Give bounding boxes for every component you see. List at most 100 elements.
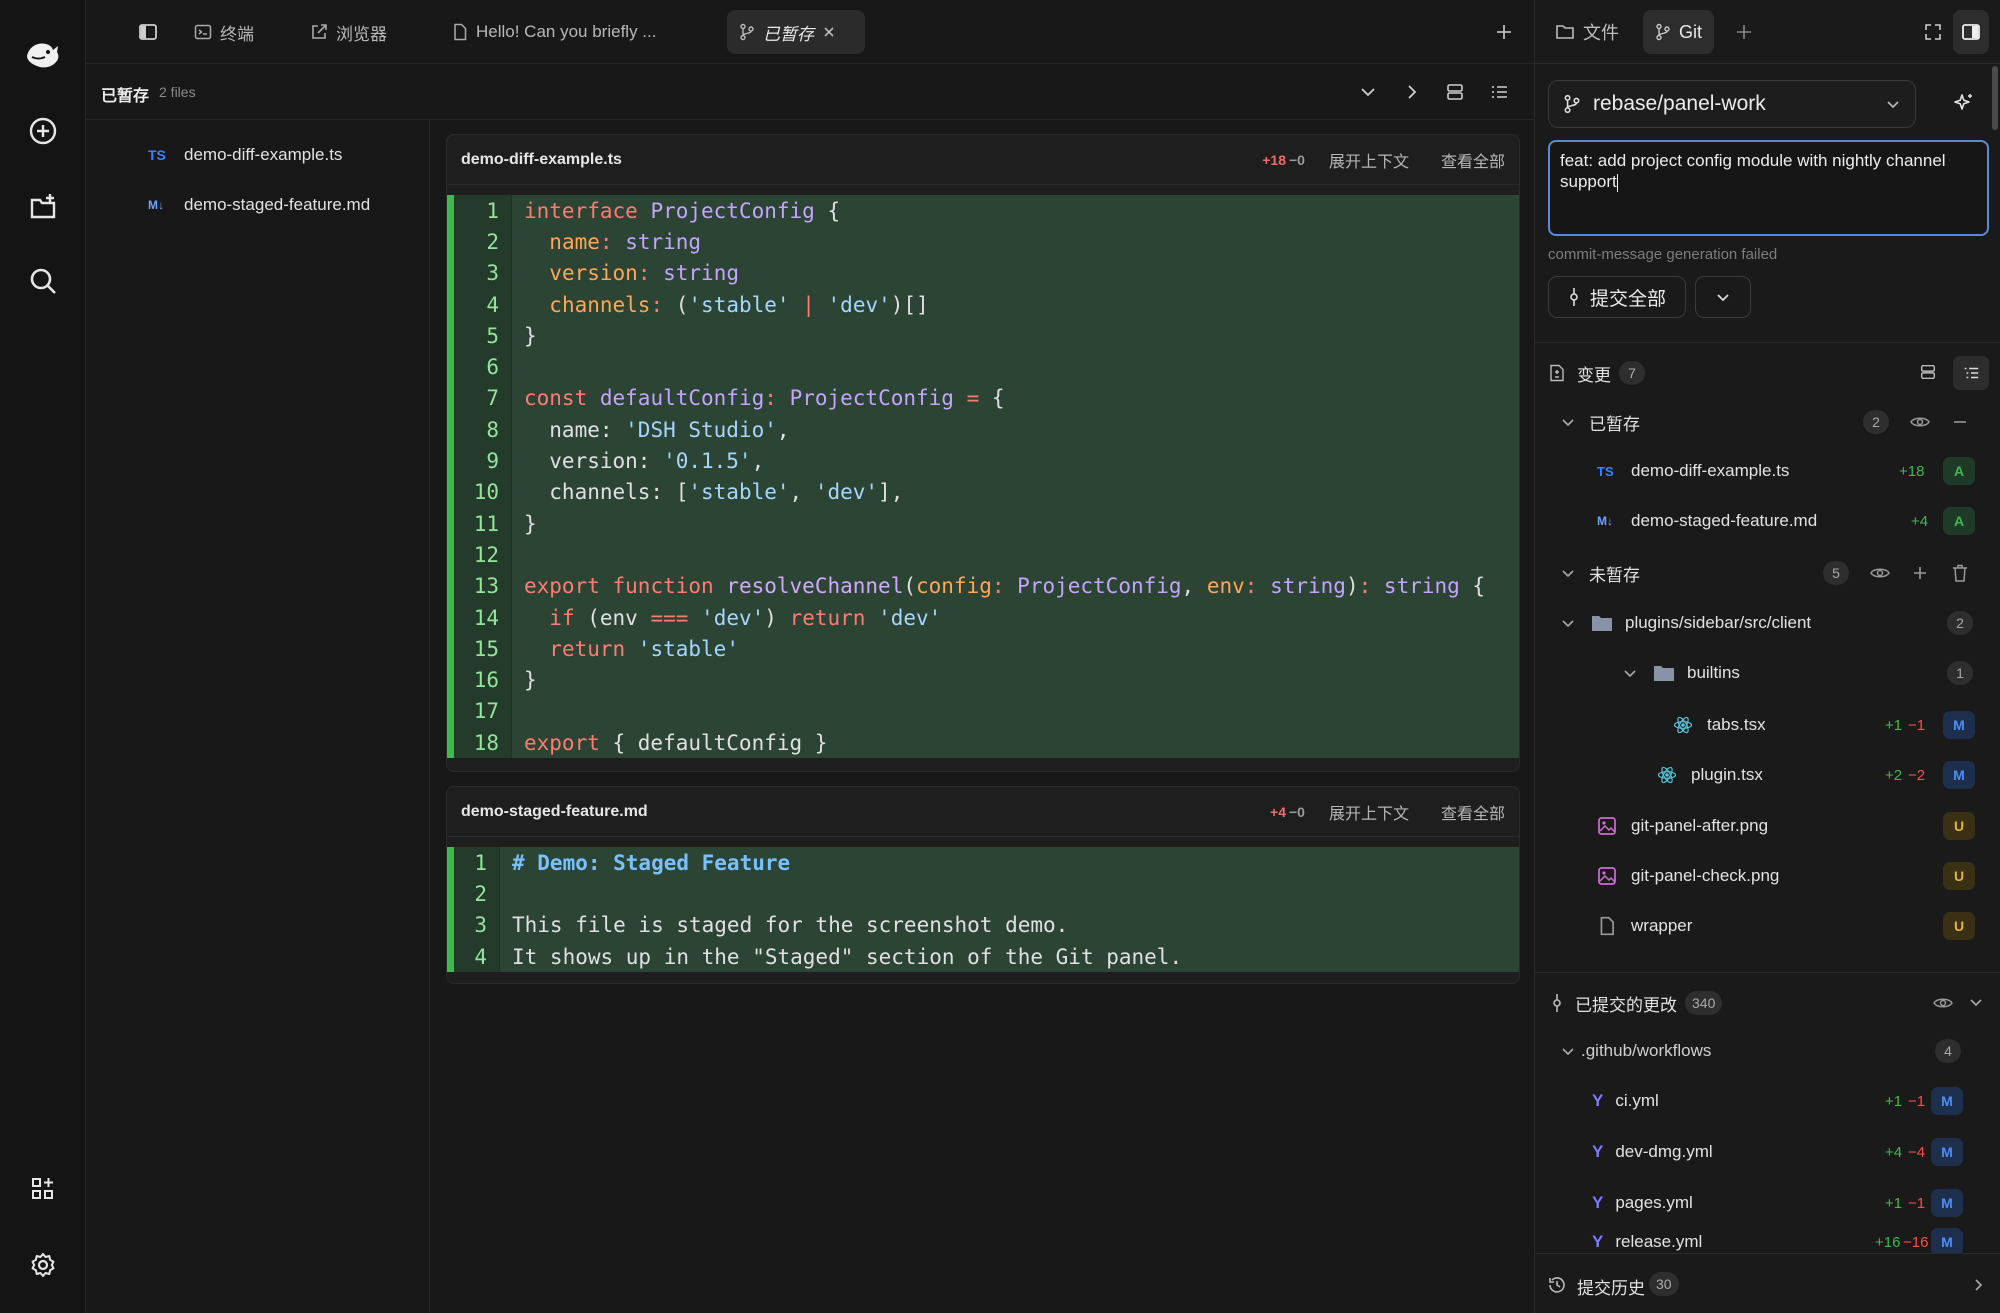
file-diff-icon xyxy=(1550,364,1564,382)
changes-header: 变更 7 xyxy=(1535,348,2000,398)
committed-file-row[interactable]: Y release.yml +16 −16 M xyxy=(1535,1228,2000,1253)
code-line: 11} xyxy=(454,507,1519,540)
staged-file-row[interactable]: TS demo-diff-example.ts +18 A xyxy=(1535,446,2000,496)
staged-file-list: TS demo-diff-example.ts M↓ demo-staged-f… xyxy=(86,120,430,1313)
chevron-down-icon xyxy=(1562,1048,1574,1056)
stage-all-icon[interactable] xyxy=(1911,564,1929,582)
tab-chat[interactable]: Hello! Can you briefly ... xyxy=(440,10,668,54)
unstage-all-icon[interactable] xyxy=(1951,413,1969,431)
code-line: 1 # Demo: Staged Feature xyxy=(454,847,1519,879)
typescript-icon: TS xyxy=(1597,463,1614,479)
toggle-sidebar-button[interactable] xyxy=(126,10,170,54)
folder-row[interactable]: plugins/sidebar/src/client 2 xyxy=(1535,598,2000,648)
fullscreen-button[interactable] xyxy=(1911,10,1955,54)
split-view-icon[interactable] xyxy=(1445,82,1465,102)
expand-context-button[interactable]: 展开上下文 xyxy=(1329,148,1409,172)
file-name: git-panel-after.png xyxy=(1631,816,1769,835)
image-icon xyxy=(1598,867,1616,885)
committed-file-row[interactable]: Y pages.yml +1 −1 M xyxy=(1535,1178,2000,1228)
toggle-right-panel-button[interactable] xyxy=(1953,10,1989,54)
committed-file-row[interactable]: Y dev-dmg.yml +4 −4 M xyxy=(1535,1127,2000,1177)
file-list-item[interactable]: M↓ demo-staged-feature.md xyxy=(148,188,370,222)
added-lines: +1 xyxy=(1885,1092,1903,1110)
diff-code-block: 1 interface ProjectConfig { 2 name: strin… xyxy=(447,195,1519,759)
extensions-icon[interactable] xyxy=(24,1170,62,1208)
list-view-icon[interactable] xyxy=(1489,82,1509,102)
commit-all-button[interactable]: 提交全部 xyxy=(1548,276,1686,318)
tab-terminal[interactable]: 终端 xyxy=(182,10,266,54)
history-label: 提交历史 xyxy=(1577,1279,1645,1298)
deleted-lines: −4 xyxy=(1908,1143,1926,1161)
staged-section-header[interactable]: 已暂存 2 xyxy=(1535,397,2000,447)
expand-context-button[interactable]: 展开上下文 xyxy=(1329,800,1409,824)
unstaged-file-row[interactable]: git-panel-check.png U xyxy=(1535,851,2000,901)
new-chat-icon[interactable] xyxy=(24,112,62,150)
diff-card: demo-staged-feature.md +4 −0 展开上下文 查看全部 … xyxy=(446,786,1520,984)
chevron-right-icon xyxy=(1975,1279,1983,1291)
status-badge: M xyxy=(1931,1189,1963,1217)
commit-history-footer[interactable]: 提交历史 30 xyxy=(1535,1253,2000,1313)
scrollbar-thumb[interactable] xyxy=(1992,66,1998,130)
settings-gear-icon[interactable] xyxy=(24,1246,62,1284)
folder-row[interactable]: builtins 1 xyxy=(1535,648,2000,698)
divider xyxy=(1535,972,2000,973)
unstaged-section-header[interactable]: 未暂存 5 xyxy=(1535,548,2000,598)
add-panel-button[interactable] xyxy=(1723,10,1765,54)
group-view-icon[interactable] xyxy=(1919,363,1937,381)
ai-sparkle-icon[interactable] xyxy=(1953,92,1975,114)
image-icon xyxy=(1598,817,1616,835)
collapse-all-icon[interactable] xyxy=(1358,82,1378,102)
search-icon[interactable] xyxy=(24,262,62,300)
eye-icon[interactable] xyxy=(1870,564,1890,582)
file-list-item[interactable]: TS demo-diff-example.ts xyxy=(148,138,342,172)
trash-icon[interactable] xyxy=(1951,563,1969,583)
folder-row[interactable]: .github/workflows 4 xyxy=(1535,1026,2000,1076)
staged-file-count: 2 files xyxy=(159,84,196,100)
diff-card-header: demo-staged-feature.md +4 −0 展开上下文 查看全部 xyxy=(447,787,1519,837)
unstaged-count: 5 xyxy=(1823,561,1849,585)
markdown-icon: M↓ xyxy=(1597,514,1613,528)
status-badge: A xyxy=(1943,457,1975,485)
next-file-icon[interactable] xyxy=(1402,82,1422,102)
unstaged-file-row[interactable]: git-panel-after.png U xyxy=(1535,801,2000,851)
eye-icon[interactable] xyxy=(1933,994,1953,1012)
code-line: 4 channels: ('stable' | 'dev')[] xyxy=(454,288,1519,321)
chevron-down-icon[interactable] xyxy=(1969,995,1983,1009)
code-line: 16} xyxy=(454,664,1519,696)
staged-title: 已暂存 xyxy=(101,88,150,105)
new-project-icon[interactable] xyxy=(24,188,62,226)
code-line: 9 version: '0.1.5', xyxy=(454,445,1519,477)
tab-browser[interactable]: 浏览器 xyxy=(298,10,399,54)
app-logo-icon[interactable] xyxy=(24,36,62,74)
unstaged-file-row[interactable]: wrapper U xyxy=(1535,901,2000,951)
tree-view-icon[interactable] xyxy=(1953,356,1989,390)
chevron-down-icon xyxy=(1887,101,1899,109)
added-lines: +4 xyxy=(1885,1143,1903,1161)
tab-files[interactable]: 文件 xyxy=(1543,10,1631,54)
branch-selector[interactable]: rebase/panel-work xyxy=(1548,80,1916,128)
committed-section-header[interactable]: 已提交的更改 340 xyxy=(1535,978,2000,1028)
status-badge: U xyxy=(1943,862,1975,890)
unstaged-file-row[interactable]: tabs.tsx +1 −1 M xyxy=(1535,700,2000,750)
view-all-button[interactable]: 查看全部 xyxy=(1441,148,1505,172)
commit-options-dropdown[interactable] xyxy=(1695,276,1751,318)
staged-file-row[interactable]: M↓ demo-staged-feature.md +4 A xyxy=(1535,496,2000,546)
staged-subheader: 已暂存 2 files xyxy=(86,64,1534,120)
close-tab-icon[interactable] xyxy=(822,25,836,39)
commit-message-input[interactable]: feat: add project config module with nig… xyxy=(1548,140,1989,236)
chevron-down-icon xyxy=(1562,570,1574,578)
committed-file-row[interactable]: Y ci.yml +1 −1 M xyxy=(1535,1076,2000,1126)
new-tab-button[interactable] xyxy=(1482,10,1526,54)
diff-card-header: demo-diff-example.ts +18 −0 展开上下文 查看全部 xyxy=(447,135,1519,185)
tab-staged[interactable]: 已暂存 xyxy=(727,10,865,54)
changes-count: 7 xyxy=(1619,361,1645,385)
clipped-file-row-wrap: Y release.yml +16 −16 M xyxy=(1535,1228,2000,1253)
eye-icon[interactable] xyxy=(1910,413,1930,431)
tab-staged-label: 已暂存 xyxy=(763,24,814,44)
tab-git[interactable]: Git xyxy=(1643,10,1715,54)
unstaged-file-row[interactable]: plugin.tsx +2 −2 M xyxy=(1535,750,2000,800)
status-badge: M xyxy=(1931,1087,1963,1115)
view-all-button[interactable]: 查看全部 xyxy=(1441,800,1505,824)
file-name: demo-diff-example.ts xyxy=(184,145,343,164)
commit-icon xyxy=(1553,994,1561,1012)
